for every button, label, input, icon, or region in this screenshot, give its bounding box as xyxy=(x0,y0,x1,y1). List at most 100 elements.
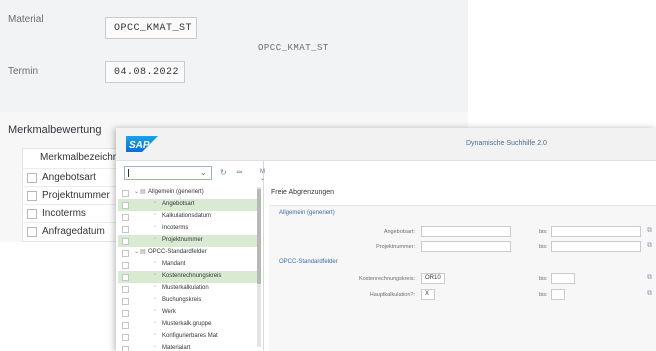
restrictions-pane: Freie Abgrenzungen Allgemein (generiert)… xyxy=(265,161,656,351)
row-checkbox[interactable] xyxy=(27,191,37,201)
chevron-down-icon[interactable]: ⌄ xyxy=(200,168,207,177)
row-checkbox[interactable] xyxy=(27,227,37,237)
tree-checkbox[interactable] xyxy=(122,310,129,317)
background-header-area xyxy=(0,0,468,112)
angebotsart-from-input[interactable] xyxy=(421,226,511,237)
svg-text:SAP: SAP xyxy=(129,140,150,151)
row-label: Anfragedatum xyxy=(42,226,105,237)
tree-label: Projektnummer xyxy=(162,237,203,243)
tree-label: Mandant xyxy=(162,261,186,267)
tree-scrollbar-thumb[interactable] xyxy=(257,189,261,284)
row-label: Incoterms xyxy=(42,208,86,219)
hauptkalkulation-from-input[interactable]: X xyxy=(421,289,435,300)
tree-checkbox[interactable] xyxy=(122,322,129,329)
field-icon: ◦ xyxy=(154,308,157,314)
tree-label: Musterkalkulation xyxy=(162,285,209,291)
bis-label: bis: xyxy=(539,292,548,298)
value-help-icon[interactable]: ⧉ xyxy=(647,290,652,298)
tree-checkbox[interactable] xyxy=(122,226,129,233)
tree-checkbox[interactable] xyxy=(122,274,129,281)
bis-label: bis: xyxy=(539,276,548,282)
tree-node-opcc-standardfelder[interactable]: ⌄ ▤ OPCC-Standardfelder xyxy=(118,247,258,259)
filter-icon[interactable]: ⚰ xyxy=(236,168,243,177)
tree-item-materialart[interactable]: ◦ Materialart xyxy=(118,343,258,351)
field-icon: ◦ xyxy=(154,284,157,290)
tree-label: Materialart xyxy=(162,345,191,351)
tree-label: Angebotsart xyxy=(162,201,195,207)
field-icon: ◦ xyxy=(154,224,157,230)
restrictions-form: Allgemein (generiert) Angebotsart: bis: … xyxy=(269,205,656,351)
termin-label: Termin xyxy=(8,66,39,77)
tree-node-allgemein[interactable]: ⌄ ▤ Allgemein (generiert) xyxy=(118,187,258,199)
tree-label: OPCC-Standardfelder xyxy=(148,249,207,255)
tree-item-kalkulationsdatum[interactable]: ◦ Kalkulationsdatum xyxy=(118,211,258,223)
tree-item-konfigurierbares-mat[interactable]: ◦ Konfigurierbares Mat xyxy=(118,331,258,343)
tree-item-projektnummer[interactable]: ◦ Projektnummer xyxy=(118,235,258,247)
group-title-allgemein: Allgemein (generiert) xyxy=(279,210,335,216)
search-input[interactable] xyxy=(124,166,212,180)
material-label: Material xyxy=(8,14,44,25)
tree-checkbox[interactable] xyxy=(122,286,129,293)
kostenrechnungskreis-to-input[interactable] xyxy=(551,273,575,284)
dialog-title: Dynamische Suchhilfe 2.0 xyxy=(466,140,547,147)
row-label: Angebotsart xyxy=(42,172,96,183)
tree-item-kostenrechnungskreis[interactable]: ◦ Kostenrechnungskreis xyxy=(118,271,258,283)
tree-item-musterkalk-gruppe[interactable]: ◦ Musterkalk.gruppe xyxy=(118,319,258,331)
projektnummer-to-input[interactable] xyxy=(551,241,641,252)
tree-checkbox[interactable] xyxy=(122,298,129,305)
value-help-icon[interactable]: ⧉ xyxy=(647,274,652,282)
field-icon: ◦ xyxy=(154,272,157,278)
projektnummer-label: Projektnummer: xyxy=(376,244,415,250)
group-title-opcc-standardfelder: OPCC-Standardfelder xyxy=(279,259,338,265)
text-cursor xyxy=(128,169,129,177)
expand-icon[interactable]: ⌄ xyxy=(134,188,139,195)
merkmalbewertung-title: Merkmalbewertung xyxy=(8,124,102,136)
tree-checkbox[interactable] xyxy=(122,214,129,221)
material-description: OPCC_KMAT_ST xyxy=(258,43,329,53)
tree-item-musterkalkulation[interactable]: ◦ Musterkalkulation xyxy=(118,283,258,295)
tree-checkbox[interactable] xyxy=(122,346,129,351)
tree-item-incoterms[interactable]: ◦ Incoterms xyxy=(118,223,258,235)
freie-abgrenzungen-title: Freie Abgrenzungen xyxy=(271,189,335,196)
tree-item-mandant[interactable]: ◦ Mandant xyxy=(118,259,258,271)
tree-label: Kalkulationsdatum xyxy=(162,213,212,219)
value-help-icon[interactable]: ⧉ xyxy=(647,227,652,235)
tree-label: Kostenrechnungskreis xyxy=(162,273,222,279)
tree-item-angebotsart[interactable]: ◦ Angebotsart xyxy=(118,199,258,211)
kostenrechnungskreis-from-input[interactable]: OR10 xyxy=(421,273,445,284)
material-field[interactable]: OPCC_KMAT_ST xyxy=(105,17,197,39)
tree-label: Buchungskreis xyxy=(162,297,202,303)
tree-label: Musterkalk.gruppe xyxy=(162,321,212,327)
tree-checkbox[interactable] xyxy=(122,334,129,341)
angebotsart-to-input[interactable] xyxy=(551,226,641,237)
tree-label: Incoterms xyxy=(162,225,189,231)
tree-item-buchungskreis[interactable]: ◦ Buchungskreis xyxy=(118,295,258,307)
dialog-header: SAP Dynamische Suchhilfe 2.0 xyxy=(116,128,656,161)
tree-checkbox[interactable] xyxy=(122,202,129,209)
termin-field[interactable]: 04.08.2022 xyxy=(105,61,185,83)
tree-checkbox[interactable] xyxy=(122,262,129,269)
field-icon: ◦ xyxy=(154,260,157,266)
sap-logo: SAP xyxy=(126,136,158,152)
hauptkalkulation-to-input[interactable] xyxy=(551,289,565,300)
folder-icon: ▤ xyxy=(140,249,146,255)
row-checkbox[interactable] xyxy=(27,173,37,183)
hauptkalkulation-label: Hauptkalkulation?: xyxy=(369,292,415,298)
refresh-icon[interactable]: ↻ xyxy=(220,168,227,177)
value-help-icon[interactable]: ⧉ xyxy=(647,242,652,250)
field-icon: ◦ xyxy=(154,296,157,302)
kostenrechnungskreis-label: Kostenrechnungskreis: xyxy=(359,276,415,282)
expand-icon[interactable]: ⌄ xyxy=(134,248,139,255)
tree-item-werk[interactable]: ◦ Werk xyxy=(118,307,258,319)
tree-checkbox[interactable] xyxy=(122,238,129,245)
field-tree-pane: ⌄ ↻ ⚰ Mehr ⌄ ⌄ ▤ Allgemein (generiert) ◦… xyxy=(116,161,274,351)
field-icon: ◦ xyxy=(154,212,157,218)
tree-label: Allgemein (generiert) xyxy=(148,189,204,195)
row-checkbox[interactable] xyxy=(27,209,37,219)
row-label: Projektnummer xyxy=(42,190,110,201)
field-icon: ◦ xyxy=(154,236,157,242)
tree-checkbox[interactable] xyxy=(122,190,129,197)
table-header-merkmal: Merkmalbezeichr xyxy=(40,152,117,163)
projektnummer-from-input[interactable] xyxy=(421,241,511,252)
tree-checkbox[interactable] xyxy=(122,250,129,257)
